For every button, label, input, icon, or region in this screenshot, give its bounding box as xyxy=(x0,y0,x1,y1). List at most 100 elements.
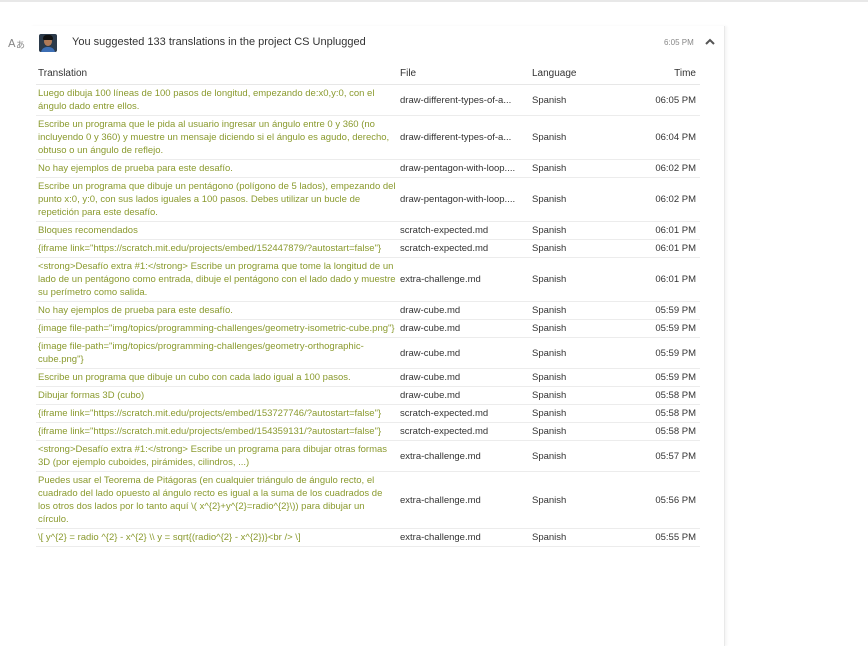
translation-link[interactable]: No hay ejemplos de prueba para este desa… xyxy=(38,163,233,174)
table-row: Bloques recomendados scratch-expected.md S… xyxy=(36,221,700,240)
language-cell: Spanish xyxy=(530,440,620,472)
language-cell: Spanish xyxy=(530,84,620,116)
file-cell: extra-challenge.md xyxy=(398,257,530,302)
translation-link[interactable]: No hay ejemplos de prueba para este desa… xyxy=(38,305,233,316)
file-cell: scratch-expected.md xyxy=(398,404,530,423)
language-cell: Spanish xyxy=(530,422,620,441)
translation-link[interactable]: {iframe link="https://scratch.mit.edu/pr… xyxy=(38,426,381,437)
translation-link[interactable]: Luego dibuja 100 líneas de 100 pasos de … xyxy=(38,88,374,112)
table-row: Dibujar formas 3D (cubo) draw-cube.md Span… xyxy=(36,386,700,405)
column-header-file: File xyxy=(398,62,530,85)
translation-link[interactable]: \[ y^{2} = radio ^{2} - x^{2} \\ y = sqr… xyxy=(38,532,301,543)
file-cell: draw-pentagon-with-loop.... xyxy=(398,159,530,178)
time-cell: 05:57 PM xyxy=(620,440,700,472)
time-cell: 05:59 PM xyxy=(620,368,700,387)
language-cell: Spanish xyxy=(530,319,620,338)
language-cell: Spanish xyxy=(530,239,620,258)
activity-card: You suggested 133 translations in the pr… xyxy=(30,26,725,646)
translation-cell: {iframe link="https://scratch.mit.edu/pr… xyxy=(36,239,398,258)
language-cell: Spanish xyxy=(530,471,620,529)
column-header-translation: Translation xyxy=(36,62,398,85)
translation-cell: Bloques recomendados xyxy=(36,221,398,240)
file-cell: extra-challenge.md xyxy=(398,440,530,472)
file-cell: draw-cube.md xyxy=(398,301,530,320)
file-cell: draw-different-types-of-a... xyxy=(398,84,530,116)
language-cell: Spanish xyxy=(530,177,620,222)
language-cell: Spanish xyxy=(530,221,620,240)
translation-link[interactable]: {image file-path="img/topics/programming… xyxy=(38,341,364,365)
translate-icon: A あ xyxy=(8,36,26,52)
translation-link[interactable]: <strong>Desafío extra #1:</strong> Escri… xyxy=(38,261,396,298)
time-cell: 05:59 PM xyxy=(620,337,700,369)
translation-cell: Luego dibuja 100 líneas de 100 pasos de … xyxy=(36,84,398,116)
activity-header: You suggested 133 translations in the pr… xyxy=(30,26,724,62)
translation-cell: {iframe link="https://scratch.mit.edu/pr… xyxy=(36,404,398,423)
chevron-up-icon[interactable] xyxy=(704,35,716,47)
translation-link[interactable]: <strong>Desafío extra #1:</strong> Escri… xyxy=(38,444,387,468)
file-cell: draw-pentagon-with-loop.... xyxy=(398,177,530,222)
file-cell: scratch-expected.md xyxy=(398,221,530,240)
file-cell: extra-challenge.md xyxy=(398,528,530,547)
file-cell: scratch-expected.md xyxy=(398,239,530,258)
table-row: {image file-path="img/topics/programming… xyxy=(36,337,700,369)
time-cell: 06:02 PM xyxy=(620,177,700,222)
table-row: Luego dibuja 100 líneas de 100 pasos de … xyxy=(36,84,700,116)
time-cell: 06:01 PM xyxy=(620,221,700,240)
translation-cell: Puedes usar el Teorema de Pitágoras (en … xyxy=(36,471,398,529)
time-cell: 05:59 PM xyxy=(620,319,700,338)
language-cell: Spanish xyxy=(530,301,620,320)
table-row: \[ y^{2} = radio ^{2} - x^{2} \\ y = sqr… xyxy=(36,528,700,547)
time-cell: 06:02 PM xyxy=(620,159,700,178)
translation-link[interactable]: Escribe un programa que le pida al usuar… xyxy=(38,119,389,156)
translation-cell: No hay ejemplos de prueba para este desa… xyxy=(36,159,398,178)
table-header-row: Translation File Language Time xyxy=(36,62,700,85)
table-row: <strong>Desafío extra #1:</strong> Escri… xyxy=(36,257,700,302)
time-cell: 05:56 PM xyxy=(620,471,700,529)
file-cell: extra-challenge.md xyxy=(398,471,530,529)
table-row: Escribe un programa que dibuje un cubo c… xyxy=(36,368,700,387)
activity-summary: You suggested 133 translations in the pr… xyxy=(72,36,366,48)
translation-cell: <strong>Desafío extra #1:</strong> Escri… xyxy=(36,257,398,302)
translation-cell: \[ y^{2} = radio ^{2} - x^{2} \\ y = sqr… xyxy=(36,528,398,547)
language-cell: Spanish xyxy=(530,386,620,405)
file-cell: draw-cube.md xyxy=(398,386,530,405)
avatar[interactable] xyxy=(39,34,57,52)
translation-cell: <strong>Desafío extra #1:</strong> Escri… xyxy=(36,440,398,472)
table-row: Escribe un programa que le pida al usuar… xyxy=(36,115,700,160)
table-row: Escribe un programa que dibuje un pentág… xyxy=(36,177,700,222)
translation-cell: {image file-path="img/topics/programming… xyxy=(36,337,398,369)
translation-cell: {image file-path="img/topics/programming… xyxy=(36,319,398,338)
translation-link[interactable]: Escribe un programa que dibuje un cubo c… xyxy=(38,372,351,383)
language-cell: Spanish xyxy=(530,159,620,178)
time-cell: 06:05 PM xyxy=(620,84,700,116)
file-cell: draw-cube.md xyxy=(398,368,530,387)
svg-text:あ: あ xyxy=(16,40,25,50)
table-row: <strong>Desafío extra #1:</strong> Escri… xyxy=(36,440,700,472)
svg-text:A: A xyxy=(8,37,16,50)
translation-cell: Escribe un programa que dibuje un cubo c… xyxy=(36,368,398,387)
file-cell: draw-different-types-of-a... xyxy=(398,115,530,160)
file-cell: draw-cube.md xyxy=(398,319,530,338)
table-row: {iframe link="https://scratch.mit.edu/pr… xyxy=(36,422,700,441)
translation-link[interactable]: Dibujar formas 3D (cubo) xyxy=(38,390,144,401)
time-cell: 05:55 PM xyxy=(620,528,700,547)
translation-link[interactable]: {iframe link="https://scratch.mit.edu/pr… xyxy=(38,243,381,254)
translation-link[interactable]: Bloques recomendados xyxy=(38,225,138,236)
translation-link[interactable]: Escribe un programa que dibuje un pentág… xyxy=(38,181,396,218)
translation-link[interactable]: {iframe link="https://scratch.mit.edu/pr… xyxy=(38,408,381,419)
column-header-time: Time xyxy=(620,62,700,85)
translation-link[interactable]: Puedes usar el Teorema de Pitágoras (en … xyxy=(38,475,382,525)
project-link[interactable]: CS Unplugged xyxy=(294,36,366,48)
language-cell: Spanish xyxy=(530,115,620,160)
table-row: No hay ejemplos de prueba para este desa… xyxy=(36,301,700,320)
time-cell: 05:59 PM xyxy=(620,301,700,320)
translation-link[interactable]: {image file-path="img/topics/programming… xyxy=(38,323,395,334)
time-cell: 06:04 PM xyxy=(620,115,700,160)
table-row: {image file-path="img/topics/programming… xyxy=(36,319,700,338)
time-cell: 06:01 PM xyxy=(620,239,700,258)
time-cell: 05:58 PM xyxy=(620,422,700,441)
translation-cell: Escribe un programa que le pida al usuar… xyxy=(36,115,398,160)
file-cell: scratch-expected.md xyxy=(398,422,530,441)
summary-text: You suggested 133 translations in the pr… xyxy=(72,36,295,48)
time-cell: 05:58 PM xyxy=(620,386,700,405)
